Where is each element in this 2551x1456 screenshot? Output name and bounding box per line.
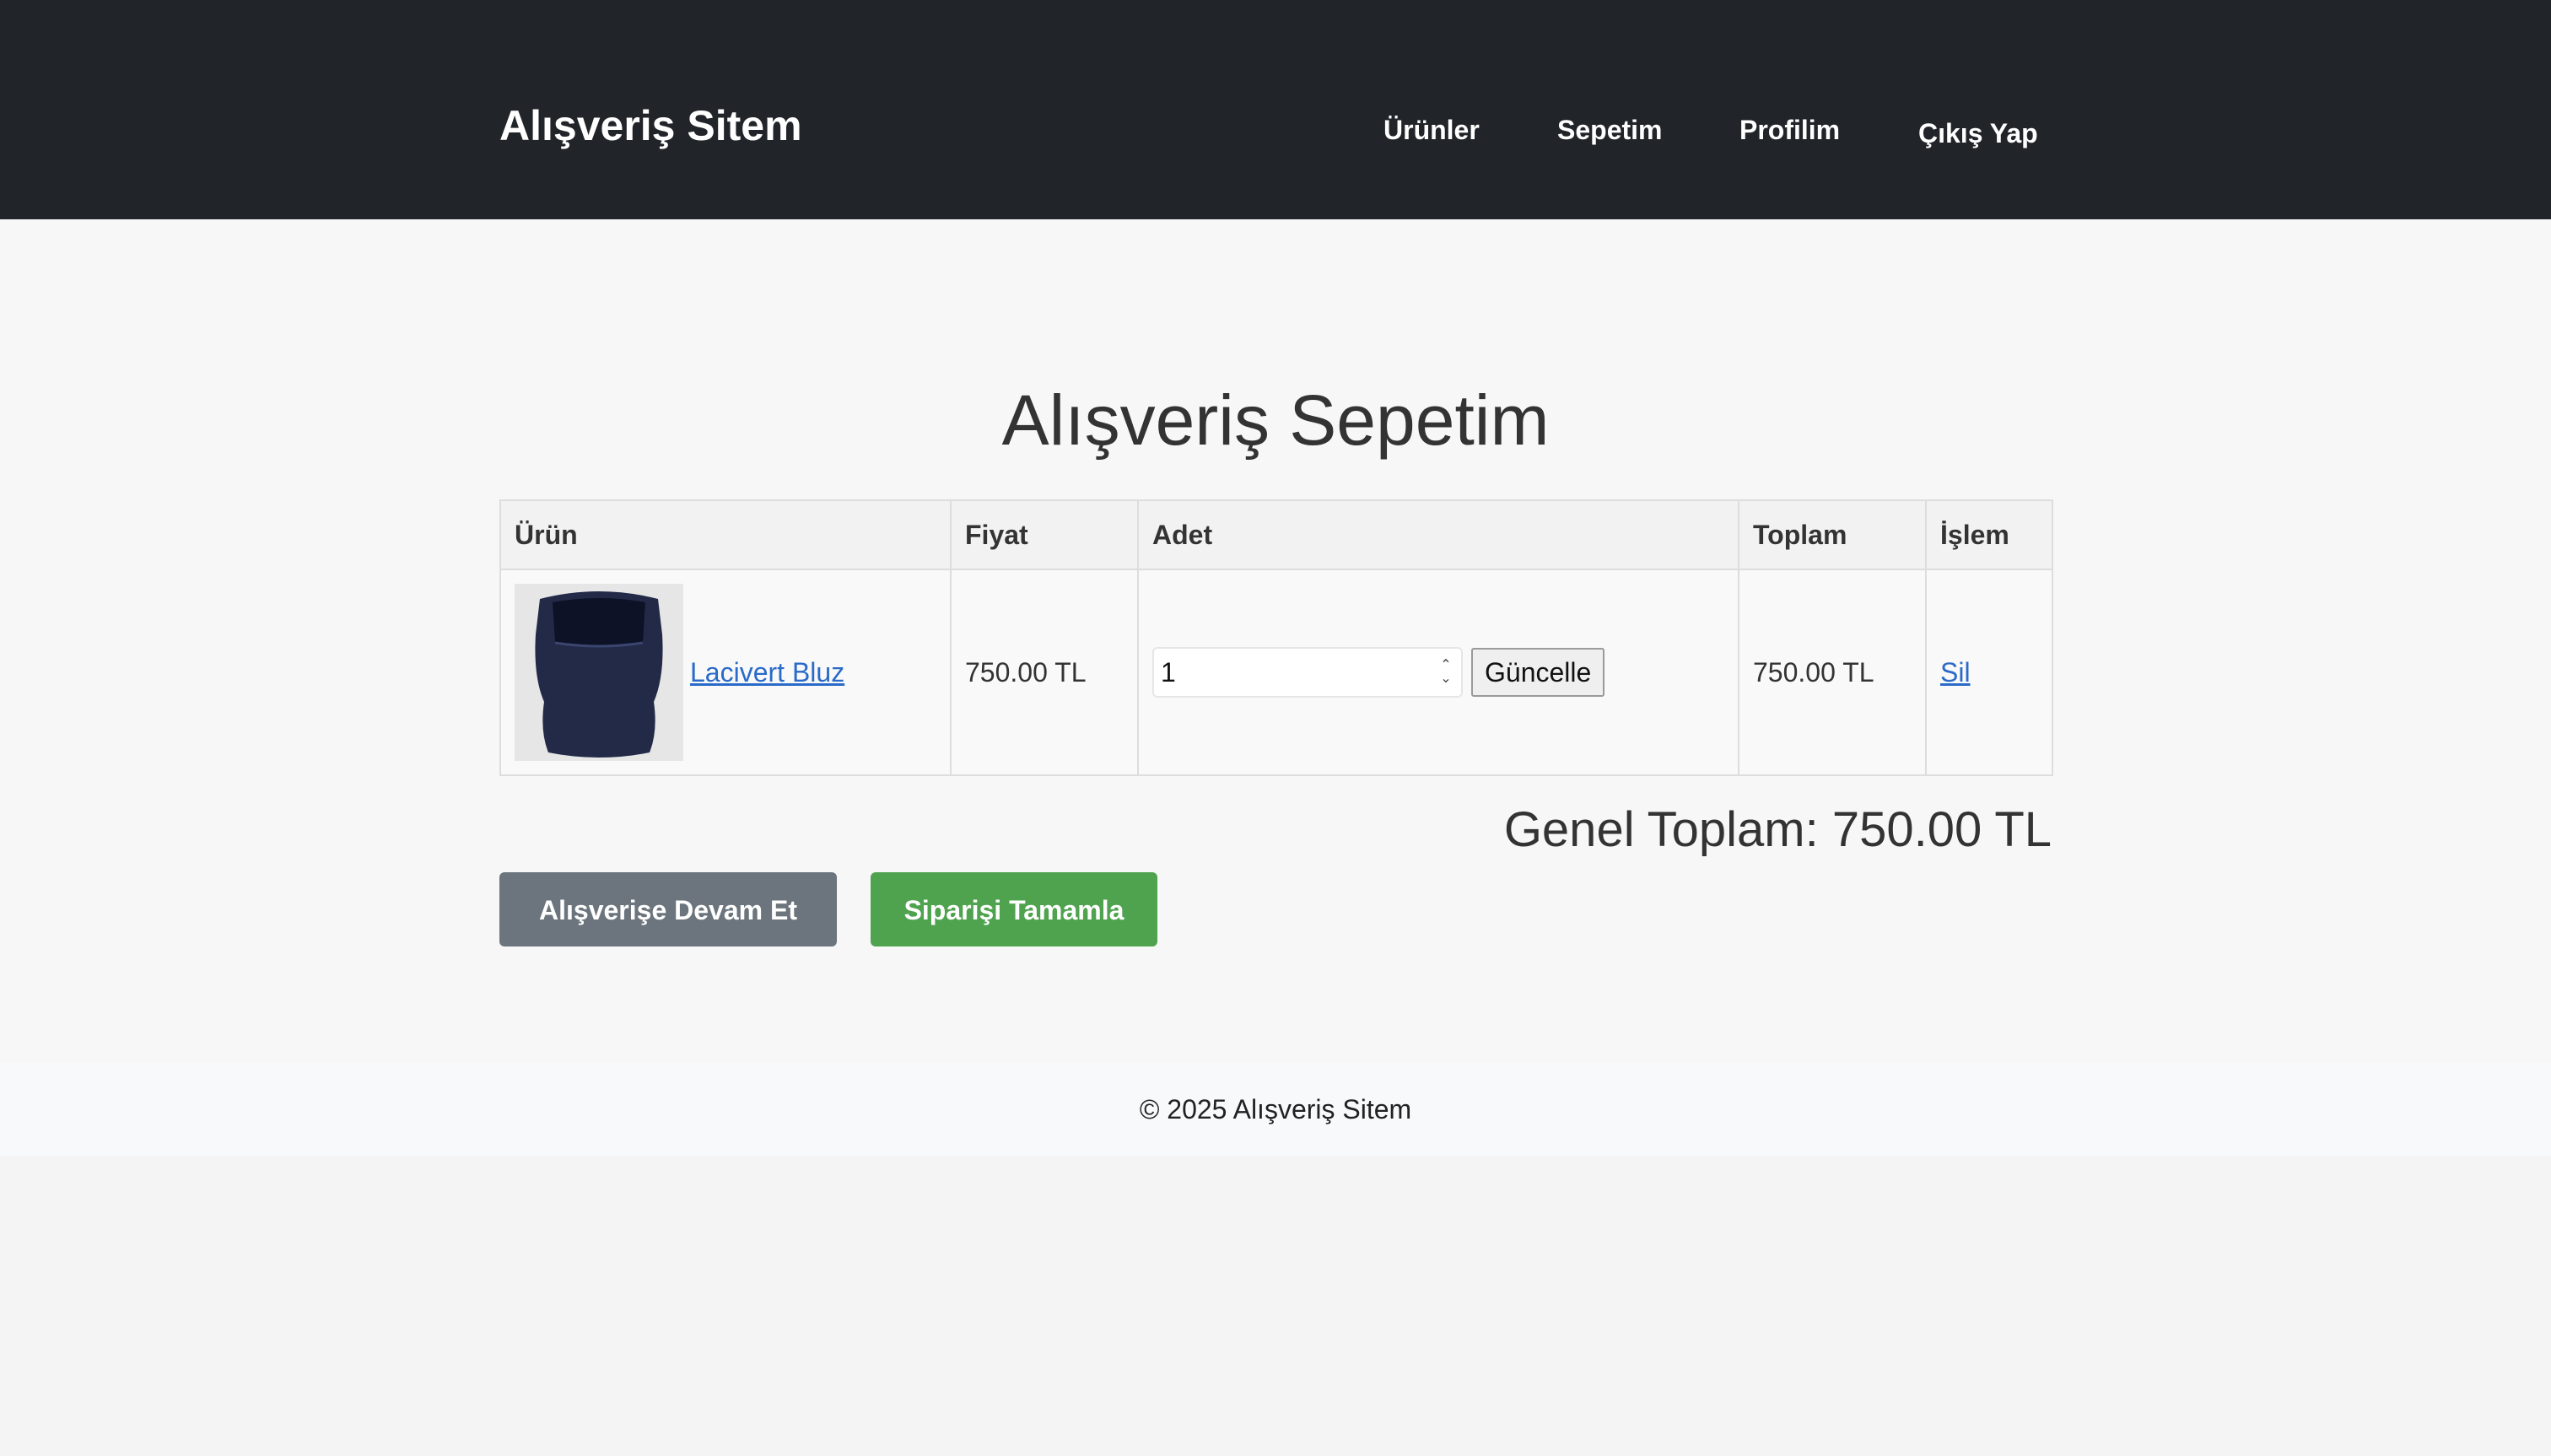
nav-cart[interactable]: Sepetim [1557, 115, 1662, 146]
table-header-row: Ürün Fiyat Adet Toplam İşlem [499, 499, 2053, 570]
main-content: Alışveriş Sepetim Ürün Fiyat Adet Toplam… [0, 219, 2551, 1063]
column-header-action: İşlem [1925, 499, 2053, 570]
action-cell: Sil [1925, 569, 2053, 776]
product-link[interactable]: Lacivert Bluz [690, 657, 844, 688]
nav-profile[interactable]: Profilim [1739, 115, 1840, 146]
continue-shopping-button[interactable]: Alışverişe Devam Et [499, 872, 837, 946]
footer-copyright: © 2025 Alışveriş Sitem [1139, 1094, 1412, 1124]
price-cell: 750.00 TL [950, 569, 1139, 776]
nav-logout[interactable]: Çıkış Yap [1918, 118, 2038, 149]
column-header-price: Fiyat [950, 499, 1139, 570]
cart-table: Ürün Fiyat Adet Toplam İşlem Lacivert Bl… [499, 499, 2053, 776]
quantity-input[interactable]: 1 ⌃ ⌄ [1152, 647, 1463, 698]
delete-link[interactable]: Sil [1940, 657, 1971, 688]
brand-logo-link[interactable]: Alışveriş Sitem [499, 101, 802, 150]
site-header: Alışveriş Sitem Ürünler Sepetim Profilim… [0, 0, 2551, 219]
total-cell: 750.00 TL [1738, 569, 1927, 776]
column-header-product: Ürün [499, 499, 952, 570]
grand-total: Genel Toplam: 750.00 TL [1503, 802, 2052, 857]
page-title: Alışveriş Sepetim [1001, 380, 1550, 460]
stepper-arrows-icon[interactable]: ⌃ ⌄ [1437, 659, 1454, 688]
product-cell: Lacivert Bluz [499, 569, 952, 776]
column-header-quantity: Adet [1137, 499, 1739, 570]
quantity-value: 1 [1161, 656, 1176, 688]
quantity-cell: 1 ⌃ ⌄ Güncelle [1137, 569, 1739, 776]
site-footer: © 2025 Alışveriş Sitem [0, 1063, 2551, 1156]
column-header-total: Toplam [1738, 499, 1927, 570]
navy-blouse-image [515, 584, 683, 761]
nav-products[interactable]: Ürünler [1383, 115, 1480, 146]
complete-order-button[interactable]: Siparişi Tamamla [871, 872, 1157, 946]
update-button[interactable]: Güncelle [1471, 648, 1605, 697]
table-row: Lacivert Bluz 750.00 TL 1 ⌃ ⌄ Güncelle 75… [499, 569, 2053, 776]
